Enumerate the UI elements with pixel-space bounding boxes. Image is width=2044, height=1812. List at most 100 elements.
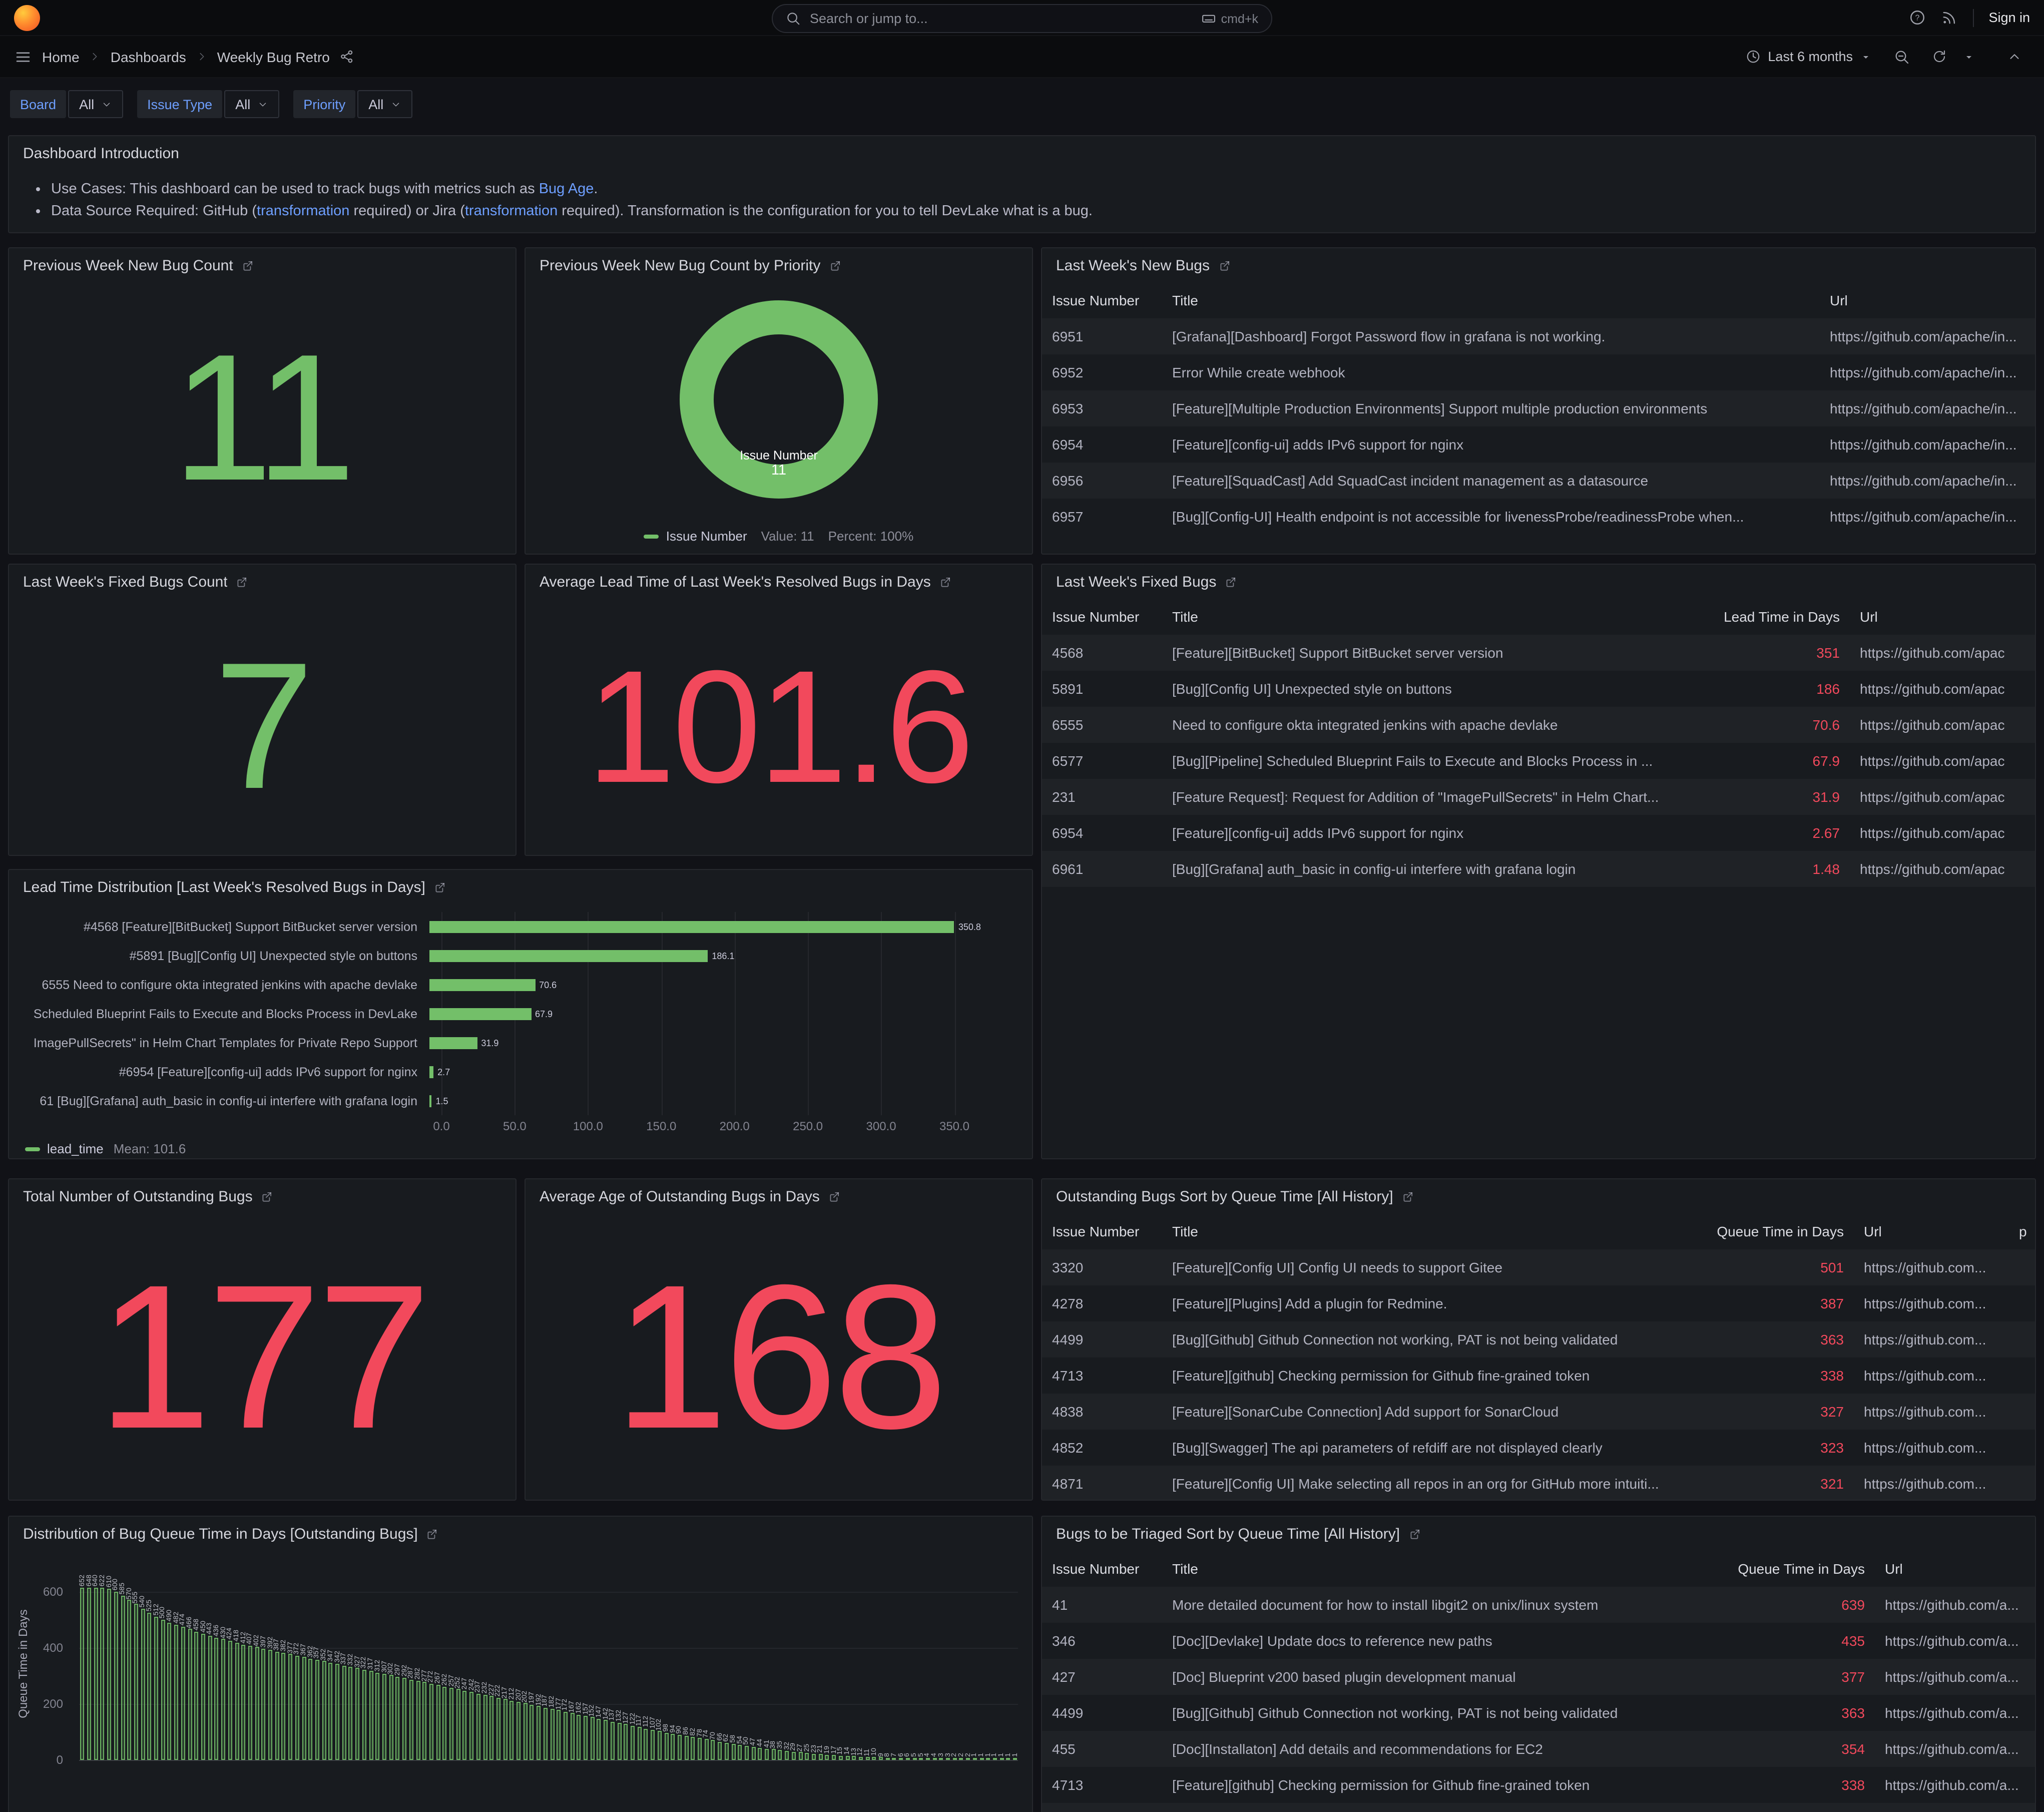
- url-link[interactable]: https://github.com/apache/in...: [1820, 364, 2035, 380]
- url-link[interactable]: https://github.com...: [1854, 1331, 2009, 1347]
- bar-slot: 19: [824, 1575, 830, 1760]
- external-link-icon[interactable]: [1224, 575, 1237, 588]
- column-header[interactable]: Url: [1820, 292, 2035, 308]
- column-header[interactable]: Issue Number: [1042, 292, 1162, 308]
- panel-title[interactable]: Dashboard Introduction: [23, 145, 179, 162]
- url-link[interactable]: https://github.com...: [1854, 1404, 2009, 1420]
- filter-board-value[interactable]: All: [68, 90, 123, 118]
- url-link[interactable]: https://github.com/apache/in...: [1820, 509, 2035, 525]
- bug-age-link[interactable]: Bug Age: [539, 181, 594, 197]
- url-link[interactable]: https://github.com...: [1854, 1295, 2009, 1311]
- external-link-icon[interactable]: [939, 575, 952, 588]
- column-header[interactable]: Title: [1162, 1223, 1704, 1239]
- url-link[interactable]: https://github.com/a...: [1875, 1705, 2035, 1721]
- panel-title[interactable]: Average Age of Outstanding Bugs in Days: [540, 1188, 820, 1205]
- external-link-icon[interactable]: [828, 259, 841, 272]
- url-link[interactable]: https://github.com/a...: [1875, 1597, 2035, 1613]
- x-axis-tick: 362: [307, 1763, 314, 1812]
- zoom-out-button[interactable]: [1886, 44, 1918, 70]
- url-link[interactable]: https://github.com/apac: [1850, 717, 2035, 733]
- column-header[interactable]: Url: [1875, 1561, 2035, 1577]
- bar-slot: 402: [254, 1575, 260, 1760]
- external-link-icon[interactable]: [1218, 259, 1231, 272]
- column-header[interactable]: Lead Time in Days: [1700, 609, 1850, 625]
- url-link[interactable]: https://github.com...: [1854, 1476, 2009, 1492]
- panel-title[interactable]: Average Lead Time of Last Week's Resolve…: [540, 573, 931, 590]
- panel-title[interactable]: Distribution of Bug Queue Time in Days […: [23, 1525, 418, 1542]
- panel-title[interactable]: Bugs to be Triaged Sort by Queue Time [A…: [1056, 1525, 1400, 1542]
- x-axis-tick: 2: [958, 1763, 964, 1812]
- url-link[interactable]: https://github.com/a...: [1875, 1741, 2035, 1757]
- panel-title[interactable]: Total Number of Outstanding Bugs: [23, 1188, 253, 1205]
- column-header[interactable]: Title: [1162, 609, 1700, 625]
- grafana-logo-icon[interactable]: [14, 5, 40, 31]
- url-link[interactable]: https://github.com...: [1854, 1368, 2009, 1384]
- url-link[interactable]: https://github.com/a...: [1875, 1669, 2035, 1685]
- url-link[interactable]: https://github.com/apac: [1850, 825, 2035, 841]
- share-icon[interactable]: [340, 49, 355, 64]
- legend-item[interactable]: Issue Number: [644, 529, 747, 544]
- table-cell: 6953: [1042, 400, 1162, 416]
- url-link[interactable]: https://github.com/apac: [1850, 861, 2035, 877]
- sign-in-button[interactable]: Sign in: [1988, 10, 2030, 25]
- external-link-icon[interactable]: [236, 575, 249, 588]
- column-header[interactable]: Queue Time in Days: [1725, 1561, 1875, 1577]
- url-link[interactable]: https://github.com/apac: [1850, 645, 2035, 661]
- transformation-link[interactable]: transformation: [257, 203, 349, 219]
- panel-title[interactable]: Outstanding Bugs Sort by Queue Time [All…: [1056, 1188, 1393, 1205]
- external-link-icon[interactable]: [1401, 1190, 1414, 1203]
- refresh-button[interactable]: [1924, 44, 1955, 69]
- time-range-picker[interactable]: Last 6 months: [1738, 44, 1880, 69]
- url-link[interactable]: https://github.com...: [1854, 1259, 2009, 1275]
- transformation-link[interactable]: transformation: [465, 203, 558, 219]
- url-link[interactable]: https://github.com/apache/in...: [1820, 328, 2035, 344]
- panel-title[interactable]: Previous Week New Bug Count: [23, 257, 233, 274]
- column-header[interactable]: Title: [1162, 292, 1820, 308]
- panel-title[interactable]: Last Week's New Bugs: [1056, 257, 1210, 274]
- column-header[interactable]: Issue Number: [1042, 1561, 1162, 1577]
- search-input[interactable]: Search or jump to... cmd+k: [772, 4, 1272, 33]
- breadcrumb-home[interactable]: Home: [42, 49, 80, 65]
- column-header[interactable]: Url: [1850, 609, 2035, 625]
- external-link-icon[interactable]: [433, 880, 446, 893]
- external-link-icon[interactable]: [241, 259, 254, 272]
- table-row: 5891[Bug][Config UI] Unexpected style on…: [1042, 671, 2035, 707]
- bar-row: Scheduled Blueprint Fails to Execute and…: [9, 999, 1016, 1028]
- table-cell: 1.48: [1700, 861, 1850, 877]
- collapse-bar-button[interactable]: [1999, 44, 2030, 69]
- external-link-icon[interactable]: [1408, 1527, 1421, 1540]
- column-header[interactable]: Queue Time in Days: [1704, 1223, 1854, 1239]
- external-link-icon[interactable]: [426, 1527, 439, 1540]
- url-link[interactable]: https://github.com/apache/in...: [1820, 473, 2035, 489]
- column-header[interactable]: Url: [1854, 1223, 2009, 1239]
- breadcrumb-dashboards[interactable]: Dashboards: [111, 49, 186, 65]
- rss-icon[interactable]: [1940, 9, 1957, 26]
- refresh-interval-dropdown[interactable]: [1961, 46, 1983, 68]
- column-header[interactable]: Title: [1162, 1561, 1725, 1577]
- url-link[interactable]: https://github.com...: [1854, 1440, 2009, 1456]
- url-link[interactable]: https://github.com/a...: [1875, 1633, 2035, 1649]
- url-link[interactable]: https://github.com/apache/in...: [1820, 436, 2035, 452]
- bar: [141, 1608, 145, 1760]
- url-link[interactable]: https://github.com/apac: [1850, 681, 2035, 697]
- column-header[interactable]: Issue Number: [1042, 1223, 1162, 1239]
- panel-title[interactable]: Lead Time Distribution [Last Week's Reso…: [23, 878, 425, 895]
- column-header[interactable]: Issue Number: [1042, 609, 1162, 625]
- panel-title[interactable]: Previous Week New Bug Count by Priority: [540, 257, 820, 274]
- external-link-icon[interactable]: [261, 1190, 274, 1203]
- external-link-icon[interactable]: [828, 1190, 841, 1203]
- bar: [409, 1679, 413, 1760]
- filter-issue-type-value[interactable]: All: [224, 90, 279, 118]
- legend-item[interactable]: lead_time: [25, 1141, 104, 1156]
- panel-title[interactable]: Last Week's Fixed Bugs Count: [23, 573, 228, 590]
- help-icon[interactable]: ?: [1908, 9, 1925, 26]
- url-link[interactable]: https://github.com/a...: [1875, 1777, 2035, 1793]
- panel-title[interactable]: Last Week's Fixed Bugs: [1056, 573, 1216, 590]
- filter-priority-value[interactable]: All: [357, 90, 412, 118]
- url-link[interactable]: https://github.com/apac: [1850, 789, 2035, 805]
- url-link[interactable]: https://github.com/apache/in...: [1820, 400, 2035, 416]
- column-header[interactable]: p: [2009, 1223, 2035, 1239]
- url-link[interactable]: https://github.com/apac: [1850, 753, 2035, 769]
- menu-icon[interactable]: [14, 48, 32, 66]
- bar-slot: 332: [347, 1575, 354, 1760]
